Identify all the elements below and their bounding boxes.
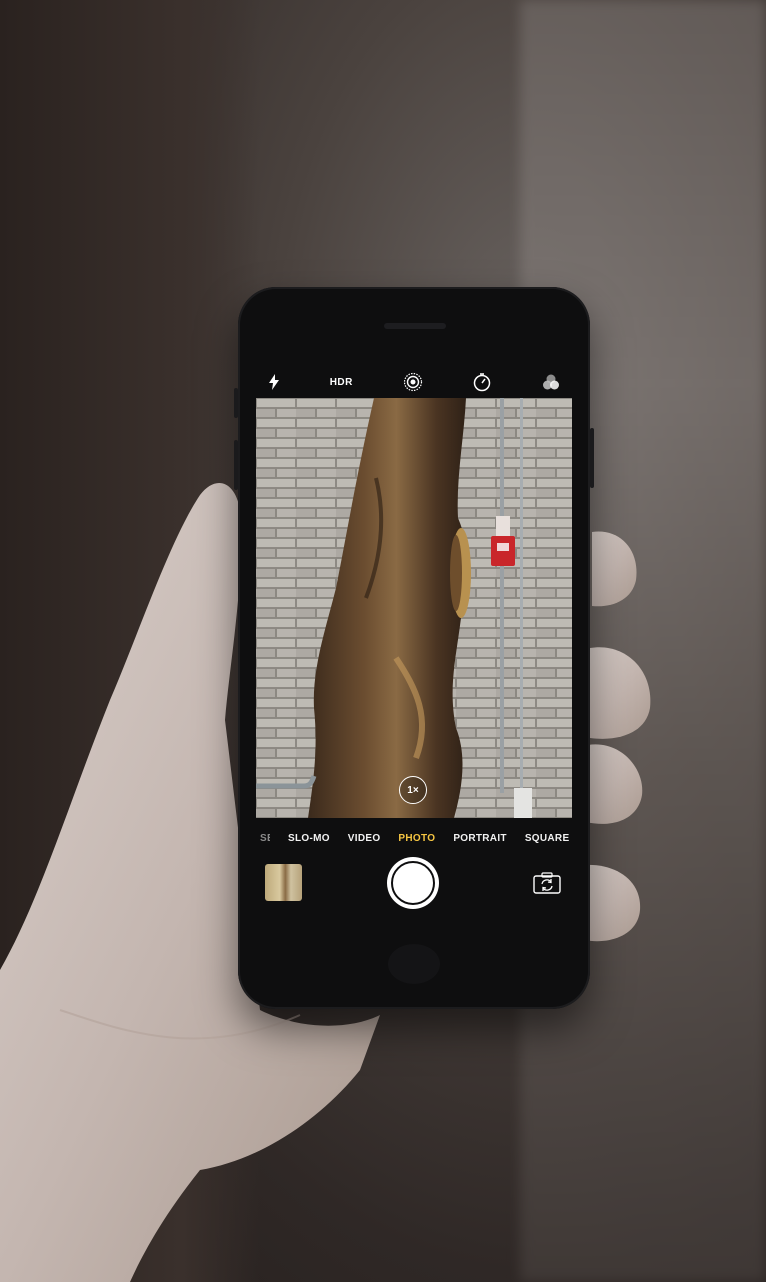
power-button xyxy=(590,428,594,488)
volume-up-button xyxy=(234,440,238,490)
last-photo-thumbnail[interactable] xyxy=(265,864,302,901)
flash-icon[interactable] xyxy=(268,374,280,390)
mode-photo[interactable]: PHOTO xyxy=(398,833,435,844)
camera-mode-selector: SE SLO-MO VIDEO PHOTO PORTRAIT SQUARE xyxy=(256,826,572,850)
earpiece-speaker xyxy=(384,323,446,329)
mode-time-lapse[interactable]: SE xyxy=(260,833,270,844)
timer-icon[interactable] xyxy=(472,372,492,392)
mode-square[interactable]: SQUARE xyxy=(525,833,570,844)
live-photo-icon[interactable] xyxy=(403,372,423,392)
mode-slo-mo[interactable]: SLO-MO xyxy=(288,833,330,844)
mode-portrait[interactable]: PORTRAIT xyxy=(453,833,507,844)
mute-switch xyxy=(234,388,238,418)
viewfinder-scene xyxy=(256,398,572,818)
hdr-toggle[interactable]: HDR xyxy=(330,377,353,388)
flip-camera-icon[interactable] xyxy=(533,872,561,894)
filters-icon[interactable] xyxy=(542,374,560,390)
home-button[interactable] xyxy=(388,944,440,984)
camera-top-bar: HDR xyxy=(256,366,572,398)
mode-video[interactable]: VIDEO xyxy=(348,833,381,844)
zoom-toggle-button[interactable]: 1× xyxy=(399,776,427,804)
camera-viewfinder[interactable] xyxy=(256,398,572,818)
shutter-button[interactable] xyxy=(387,857,439,909)
